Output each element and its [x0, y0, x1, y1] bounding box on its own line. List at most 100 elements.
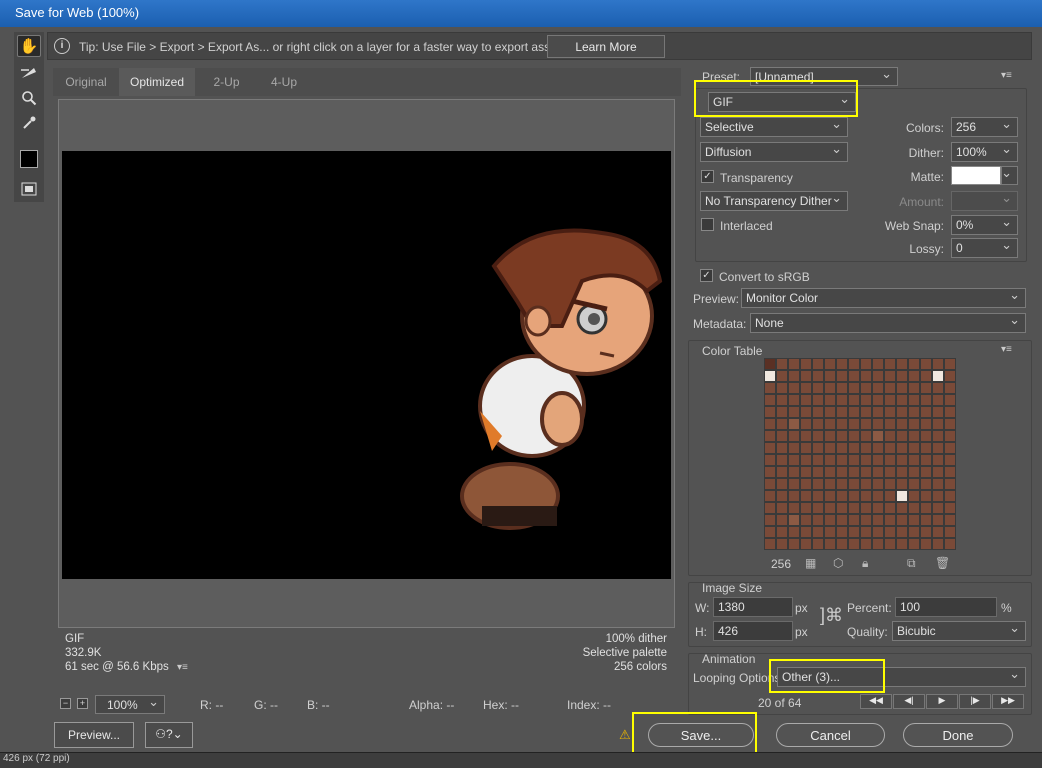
- color-swatch-cell[interactable]: [788, 406, 800, 418]
- color-swatch-cell[interactable]: [776, 526, 788, 538]
- color-swatch-cell[interactable]: [860, 514, 872, 526]
- colors-select[interactable]: 256: [951, 116, 1018, 137]
- color-swatch-cell[interactable]: [788, 514, 800, 526]
- color-swatch-cell[interactable]: [848, 442, 860, 454]
- color-swatch-cell[interactable]: [764, 538, 776, 550]
- color-swatch-cell[interactable]: [800, 502, 812, 514]
- color-swatch-cell[interactable]: [776, 358, 788, 370]
- color-swatch-cell[interactable]: [872, 358, 884, 370]
- color-swatch-cell[interactable]: [944, 538, 956, 550]
- color-swatch-cell[interactable]: [824, 466, 836, 478]
- color-swatch-cell[interactable]: [812, 466, 824, 478]
- color-swatch-cell[interactable]: [800, 466, 812, 478]
- color-swatch-cell[interactable]: [920, 442, 932, 454]
- color-swatch-cell[interactable]: [908, 382, 920, 394]
- color-swatch-cell[interactable]: [920, 454, 932, 466]
- color-swatch-cell[interactable]: [836, 382, 848, 394]
- color-swatch-cell[interactable]: [800, 418, 812, 430]
- color-swatch-cell[interactable]: [848, 370, 860, 382]
- color-swatch-cell[interactable]: [884, 514, 896, 526]
- color-swatch-cell[interactable]: [800, 394, 812, 406]
- color-swatch-cell[interactable]: [932, 490, 944, 502]
- color-swatch-cell[interactable]: [896, 442, 908, 454]
- preview-color-select[interactable]: Monitor Color: [741, 287, 1026, 308]
- color-swatch-cell[interactable]: [860, 358, 872, 370]
- color-swatch-cell[interactable]: [920, 538, 932, 550]
- color-swatch-cell[interactable]: [788, 466, 800, 478]
- color-swatch-cell[interactable]: [860, 430, 872, 442]
- color-swatch-cell[interactable]: [776, 502, 788, 514]
- color-swatch-cell[interactable]: [812, 370, 824, 382]
- color-swatch-cell[interactable]: [776, 538, 788, 550]
- color-swatch-cell[interactable]: [848, 502, 860, 514]
- color-swatch-cell[interactable]: [860, 466, 872, 478]
- color-swatch-cell[interactable]: [800, 490, 812, 502]
- color-swatch-cell[interactable]: [944, 526, 956, 538]
- color-swatch-cell[interactable]: [908, 478, 920, 490]
- percent-field[interactable]: 100: [895, 597, 997, 617]
- color-swatch-cell[interactable]: [872, 418, 884, 430]
- color-swatch-cell[interactable]: [932, 526, 944, 538]
- color-swatch-cell[interactable]: [776, 370, 788, 382]
- preview-image[interactable]: [62, 151, 671, 579]
- color-swatch-cell[interactable]: [908, 490, 920, 502]
- zoom-out-button[interactable]: −: [60, 698, 71, 709]
- next-frame-button[interactable]: |▶: [959, 694, 991, 709]
- color-swatch-cell[interactable]: [920, 382, 932, 394]
- color-swatch-cell[interactable]: [860, 406, 872, 418]
- new-color-icon[interactable]: ⧉: [907, 556, 916, 571]
- color-swatch-cell[interactable]: [932, 406, 944, 418]
- color-swatch-cell[interactable]: [884, 526, 896, 538]
- zoom-tool-icon[interactable]: [17, 87, 41, 109]
- color-swatch-cell[interactable]: [776, 454, 788, 466]
- color-swatch-cell[interactable]: [872, 442, 884, 454]
- color-swatch-cell[interactable]: [932, 430, 944, 442]
- tab-original[interactable]: Original: [53, 68, 119, 96]
- color-swatch-cell[interactable]: [932, 538, 944, 550]
- color-swatch-cell[interactable]: [836, 418, 848, 430]
- color-swatch-cell[interactable]: [884, 490, 896, 502]
- color-swatch-cell[interactable]: [764, 454, 776, 466]
- color-swatch-cell[interactable]: [908, 370, 920, 382]
- color-swatch-cell[interactable]: [776, 418, 788, 430]
- color-swatch-cell[interactable]: [848, 454, 860, 466]
- hand-tool-icon[interactable]: ✋: [17, 35, 41, 57]
- color-swatch-cell[interactable]: [824, 514, 836, 526]
- color-swatch-cell[interactable]: [872, 370, 884, 382]
- color-swatch-cell[interactable]: [932, 442, 944, 454]
- color-swatch-cell[interactable]: [920, 526, 932, 538]
- color-swatch-cell[interactable]: [824, 418, 836, 430]
- color-swatch-cell[interactable]: [908, 526, 920, 538]
- color-swatch-cell[interactable]: [776, 466, 788, 478]
- matte-dropdown[interactable]: [1001, 165, 1018, 185]
- color-swatch-cell[interactable]: [872, 406, 884, 418]
- color-swatch-cell[interactable]: [764, 514, 776, 526]
- color-swatch-cell[interactable]: [872, 430, 884, 442]
- color-swatch-cell[interactable]: [824, 430, 836, 442]
- color-swatch-cell[interactable]: [848, 406, 860, 418]
- color-swatch-cell[interactable]: [908, 466, 920, 478]
- color-swatch-cell[interactable]: [884, 466, 896, 478]
- color-swatch-cell[interactable]: [788, 442, 800, 454]
- color-swatch-cell[interactable]: [896, 466, 908, 478]
- transparency-dither-select[interactable]: No Transparency Dither: [700, 190, 848, 211]
- color-swatch-cell[interactable]: [764, 442, 776, 454]
- color-swatch-cell[interactable]: [896, 514, 908, 526]
- play-button[interactable]: ▶: [926, 694, 958, 709]
- color-swatch-cell[interactable]: [908, 418, 920, 430]
- color-swatch-cell[interactable]: [872, 526, 884, 538]
- color-swatch-cell[interactable]: [884, 418, 896, 430]
- width-field[interactable]: 1380: [713, 597, 793, 617]
- preview-button[interactable]: Preview...: [54, 722, 134, 748]
- color-swatch-cell[interactable]: [824, 370, 836, 382]
- color-swatch-cell[interactable]: [812, 394, 824, 406]
- color-swatch-cell[interactable]: [800, 442, 812, 454]
- metadata-select[interactable]: None: [750, 312, 1026, 333]
- color-swatch-cell[interactable]: [884, 442, 896, 454]
- color-swatch-cell[interactable]: [824, 382, 836, 394]
- web-shift-icon[interactable]: ⬡: [833, 556, 843, 570]
- lossy-field[interactable]: 0: [951, 237, 1018, 258]
- color-swatch-cell[interactable]: [788, 358, 800, 370]
- color-swatch-cell[interactable]: [896, 454, 908, 466]
- transparency-checkbox[interactable]: ✓: [701, 170, 714, 183]
